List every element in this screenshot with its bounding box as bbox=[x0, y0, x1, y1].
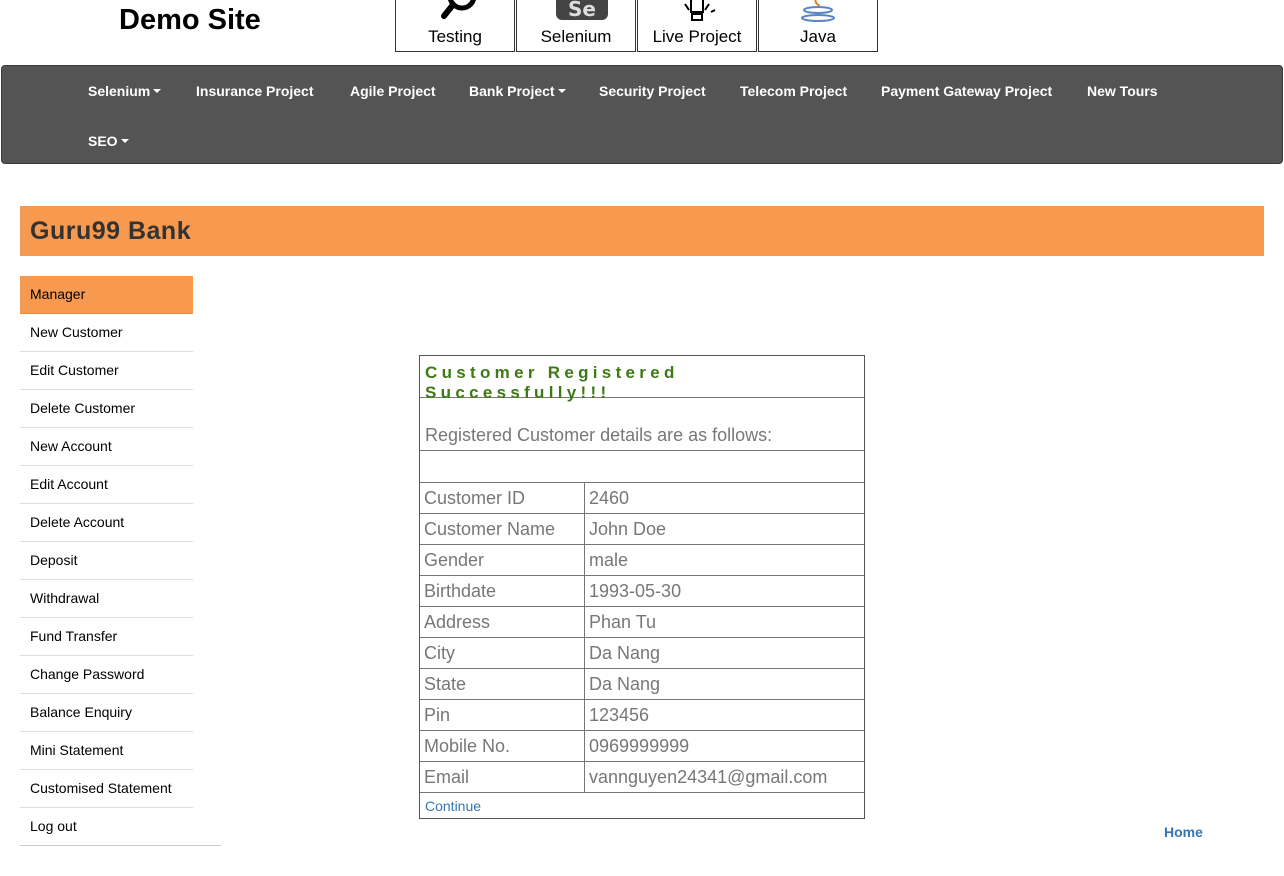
logo-label: Selenium bbox=[540, 27, 612, 46]
table-row: Customer ID 2460 bbox=[420, 483, 864, 514]
row-label: Customer ID bbox=[420, 483, 585, 513]
row-value: 2460 bbox=[589, 488, 630, 508]
logo-testing[interactable]: Testing bbox=[395, 0, 515, 52]
menu-item-withdrawal[interactable]: Withdrawal bbox=[20, 580, 193, 618]
row-value: 1993-05-30 bbox=[589, 581, 682, 601]
caret-down-icon bbox=[120, 139, 129, 144]
row-label: City bbox=[420, 638, 585, 668]
logo-label: Java bbox=[800, 27, 836, 46]
row-label: Pin bbox=[420, 700, 585, 730]
row-label: State bbox=[420, 669, 585, 699]
row-value: male bbox=[589, 550, 629, 570]
table-row: Email vannguyen24341@gmail.com bbox=[420, 762, 864, 793]
nav-bank-project[interactable]: Bank Project bbox=[469, 82, 566, 100]
row-value: Da Nang bbox=[589, 643, 661, 663]
logo-label: Live Project bbox=[652, 27, 742, 46]
row-label: Email bbox=[420, 762, 585, 792]
caret-down-icon bbox=[557, 89, 566, 94]
bank-header: Guru99 Bank bbox=[20, 206, 1264, 256]
continue-link[interactable]: Continue bbox=[425, 798, 481, 814]
nav-security-project[interactable]: Security Project bbox=[599, 82, 706, 100]
nav-new-tours[interactable]: New Tours bbox=[1087, 82, 1158, 100]
row-value: 123456 bbox=[589, 705, 650, 725]
logo-selenium[interactable]: Se Selenium bbox=[516, 0, 636, 52]
nav-selenium[interactable]: Selenium bbox=[88, 82, 162, 100]
success-row: Customer Registered Successfully!!! bbox=[420, 356, 864, 402]
details-heading-row: Registered Customer details are as follo… bbox=[420, 398, 864, 451]
caret-down-icon bbox=[153, 89, 162, 94]
menu-item-change-password[interactable]: Change Password bbox=[20, 656, 193, 694]
table-row: Address Phan Tu bbox=[420, 607, 864, 638]
table-row: Pin 123456 bbox=[420, 700, 864, 731]
blank-row bbox=[420, 451, 864, 483]
nav-agile-project[interactable]: Agile Project bbox=[350, 82, 436, 100]
menu-item-delete-account[interactable]: Delete Account bbox=[20, 504, 193, 542]
logo-java[interactable]: Java bbox=[758, 0, 878, 52]
continue-row: Continue bbox=[420, 793, 864, 818]
row-value: Da Nang bbox=[589, 674, 661, 694]
lightbulb-icon bbox=[684, 0, 716, 21]
menu-item-balance-enquiry[interactable]: Balance Enquiry bbox=[20, 694, 193, 732]
menu-item-new-account[interactable]: New Account bbox=[20, 428, 193, 466]
bank-title: Guru99 Bank bbox=[30, 217, 192, 245]
row-value: vannguyen24341@gmail.com bbox=[589, 767, 828, 787]
home-link[interactable]: Home bbox=[1164, 824, 1203, 840]
nav-insurance-project[interactable]: Insurance Project bbox=[196, 82, 314, 100]
row-label: Customer Name bbox=[420, 514, 585, 544]
row-label: Mobile No. bbox=[420, 731, 585, 761]
menu-item-manager[interactable]: Manager bbox=[20, 276, 193, 314]
row-label: Gender bbox=[420, 545, 585, 575]
menu-item-new-customer[interactable]: New Customer bbox=[20, 314, 193, 352]
menu-item-delete-customer[interactable]: Delete Customer bbox=[20, 390, 193, 428]
table-row: State Da Nang bbox=[420, 669, 864, 700]
table-row: City Da Nang bbox=[420, 638, 864, 669]
row-label: Birthdate bbox=[420, 576, 585, 606]
table-row: Gender male bbox=[420, 545, 864, 576]
nav-payment-gateway-project[interactable]: Payment Gateway Project bbox=[881, 82, 1052, 100]
menu-item-deposit[interactable]: Deposit bbox=[20, 542, 193, 580]
sidebar-menu: Manager New Customer Edit Customer Delet… bbox=[20, 276, 221, 846]
table-row: Birthdate 1993-05-30 bbox=[420, 576, 864, 607]
table-row: Mobile No. 0969999999 bbox=[420, 731, 864, 762]
magnifier-icon bbox=[441, 0, 476, 19]
success-message: Customer Registered Successfully!!! bbox=[425, 363, 679, 402]
main-navbar: Selenium Insurance Project Agile Project… bbox=[1, 65, 1283, 164]
row-value: Phan Tu bbox=[589, 612, 657, 632]
logo-live-project[interactable]: Live Project bbox=[637, 0, 757, 52]
logo-label: Testing bbox=[428, 27, 482, 46]
nav-seo[interactable]: SEO bbox=[88, 132, 129, 150]
row-value: 0969999999 bbox=[589, 736, 690, 756]
table-row: Customer Name John Doe bbox=[420, 514, 864, 545]
svg-text:Se: Se bbox=[568, 0, 596, 21]
menu-item-log-out[interactable]: Log out bbox=[20, 808, 221, 846]
selenium-icon: Se bbox=[556, 0, 608, 21]
menu-item-edit-account[interactable]: Edit Account bbox=[20, 466, 193, 504]
site-title: Demo Site bbox=[119, 4, 261, 36]
menu-item-mini-statement[interactable]: Mini Statement bbox=[20, 732, 193, 770]
row-label: Address bbox=[420, 607, 585, 637]
customer-result-table: Customer Registered Successfully!!! Regi… bbox=[419, 355, 865, 819]
row-value: John Doe bbox=[589, 519, 667, 539]
menu-item-fund-transfer[interactable]: Fund Transfer bbox=[20, 618, 193, 656]
menu-item-edit-customer[interactable]: Edit Customer bbox=[20, 352, 193, 390]
java-icon bbox=[801, 0, 835, 22]
nav-telecom-project[interactable]: Telecom Project bbox=[740, 82, 847, 100]
menu-item-customised-statement[interactable]: Customised Statement bbox=[20, 770, 193, 808]
details-heading: Registered Customer details are as follo… bbox=[425, 425, 773, 445]
